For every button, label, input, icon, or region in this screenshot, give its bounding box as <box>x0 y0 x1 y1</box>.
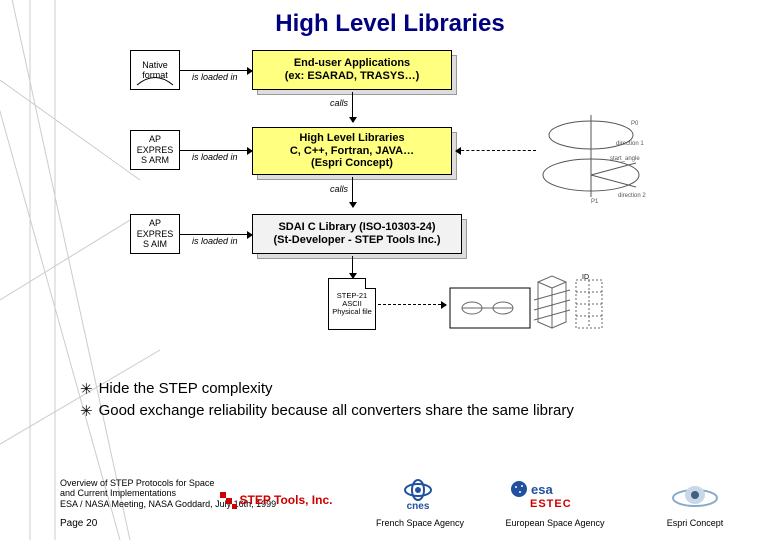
svg-text:start_angle: start_angle <box>610 156 640 162</box>
page-number: Page 20 <box>60 518 97 529</box>
sdai-box: SDAI C Library (ISO-10303-24) (St-Develo… <box>252 214 462 254</box>
hll-l3: (Espri Concept) <box>311 157 393 170</box>
bullet-1-text: Hide the STEP complexity <box>99 380 273 398</box>
loaded-label-2: is loaded in <box>192 152 238 162</box>
sdai-l1: SDAI C Library (ISO-10303-24) <box>278 221 435 234</box>
hll-box: High Level Libraries C, C++, Fortran, JA… <box>252 127 452 175</box>
ap-arm-l2: EXPRES <box>137 145 174 155</box>
end-user-apps-box: End-user Applications (ex: ESARAD, TRASY… <box>252 50 452 90</box>
ap-aim-box: AP EXPRES S AIM <box>130 214 180 254</box>
arrow-aim-to-sdai <box>180 234 252 235</box>
svg-text:direction 1: direction 1 <box>616 141 644 147</box>
ap-aim-l2: EXPRES <box>137 229 174 239</box>
step21-file-icon: STEP-21 ASCII Physical file <box>328 278 376 330</box>
loaded-label-1: is loaded in <box>192 72 238 82</box>
bullet-2-text: Good exchange reliability because all co… <box>99 402 574 420</box>
ap-aim-l3: S AIM <box>143 239 167 249</box>
loaded-label-3: is loaded in <box>192 236 238 246</box>
footer: Overview of STEP Protocols for Space and… <box>0 470 780 540</box>
ap-arm-l1: AP <box>149 134 161 144</box>
ellipse-diagram-icon: P0 direction 1 start_angle direction 2 P… <box>536 105 646 205</box>
native-format-box: Native format <box>130 50 180 90</box>
svg-text:direction 2: direction 2 <box>618 193 646 199</box>
ap-aim-l1: AP <box>149 218 161 228</box>
bullet-icon: ✳ <box>80 380 93 398</box>
sdai-l2: (St-Developer - STEP Tools Inc.) <box>273 234 440 247</box>
svg-text:P1: P1 <box>591 199 599 205</box>
architecture-diagram: Native format is loaded in End-user Appl… <box>130 50 690 370</box>
esa-name: esa <box>531 482 553 497</box>
step21-l3: Physical file <box>329 308 375 316</box>
calls-label-2: calls <box>330 184 348 194</box>
bullet-2: ✳ Good exchange reliability because all c… <box>80 402 720 420</box>
arrow-app-to-hll <box>352 92 353 122</box>
end-user-apps-l2: (ex: ESARAD, TRASYS…) <box>285 70 419 83</box>
fsa-label: French Space Agency <box>370 518 470 528</box>
hll-l2: C, C++, Fortran, JAVA… <box>290 145 414 158</box>
euro-label: European Space Agency <box>490 518 620 528</box>
dashed-arrow-ellipses <box>456 150 536 151</box>
page-title: High Level Libraries <box>0 10 780 38</box>
end-user-apps-l1: End-user Applications <box>294 57 410 70</box>
calls-label-1: calls <box>330 98 348 108</box>
svg-text:P0: P0 <box>631 121 639 127</box>
arrow-arm-to-hll <box>180 150 252 151</box>
espri-logo <box>660 478 730 512</box>
svg-text:ID: ID <box>582 274 589 281</box>
arrow-hll-to-sdai <box>352 177 353 207</box>
wireframe-models-icon: ID <box>448 270 608 340</box>
steptools-name: STEP Tools, Inc. <box>240 493 333 507</box>
bullet-list: ✳ Hide the STEP complexity ✳ Good exchange… <box>80 380 720 424</box>
arrow-native-to-app <box>180 70 252 71</box>
steptools-logo: STEP Tools, Inc. <box>210 488 340 512</box>
cnes-logo: cnes <box>388 478 448 512</box>
esa-logo: esa ESTEC <box>510 480 600 510</box>
hll-l1: High Level Libraries <box>299 132 404 145</box>
overview-l1: Overview of STEP Protocols for Space <box>60 478 276 488</box>
cnes-name: cnes <box>407 501 430 512</box>
ap-arm-box: AP EXPRES S ARM <box>130 130 180 170</box>
estec-name: ESTEC <box>530 498 572 510</box>
espri-label: Espri Concept <box>650 518 740 528</box>
arrow-sdai-to-step21 <box>352 256 353 278</box>
dashed-arrow-model <box>378 304 446 305</box>
bullet-icon: ✳ <box>80 402 93 420</box>
ap-arm-l3: S ARM <box>141 155 169 165</box>
bullet-1: ✳ Hide the STEP complexity <box>80 380 720 398</box>
